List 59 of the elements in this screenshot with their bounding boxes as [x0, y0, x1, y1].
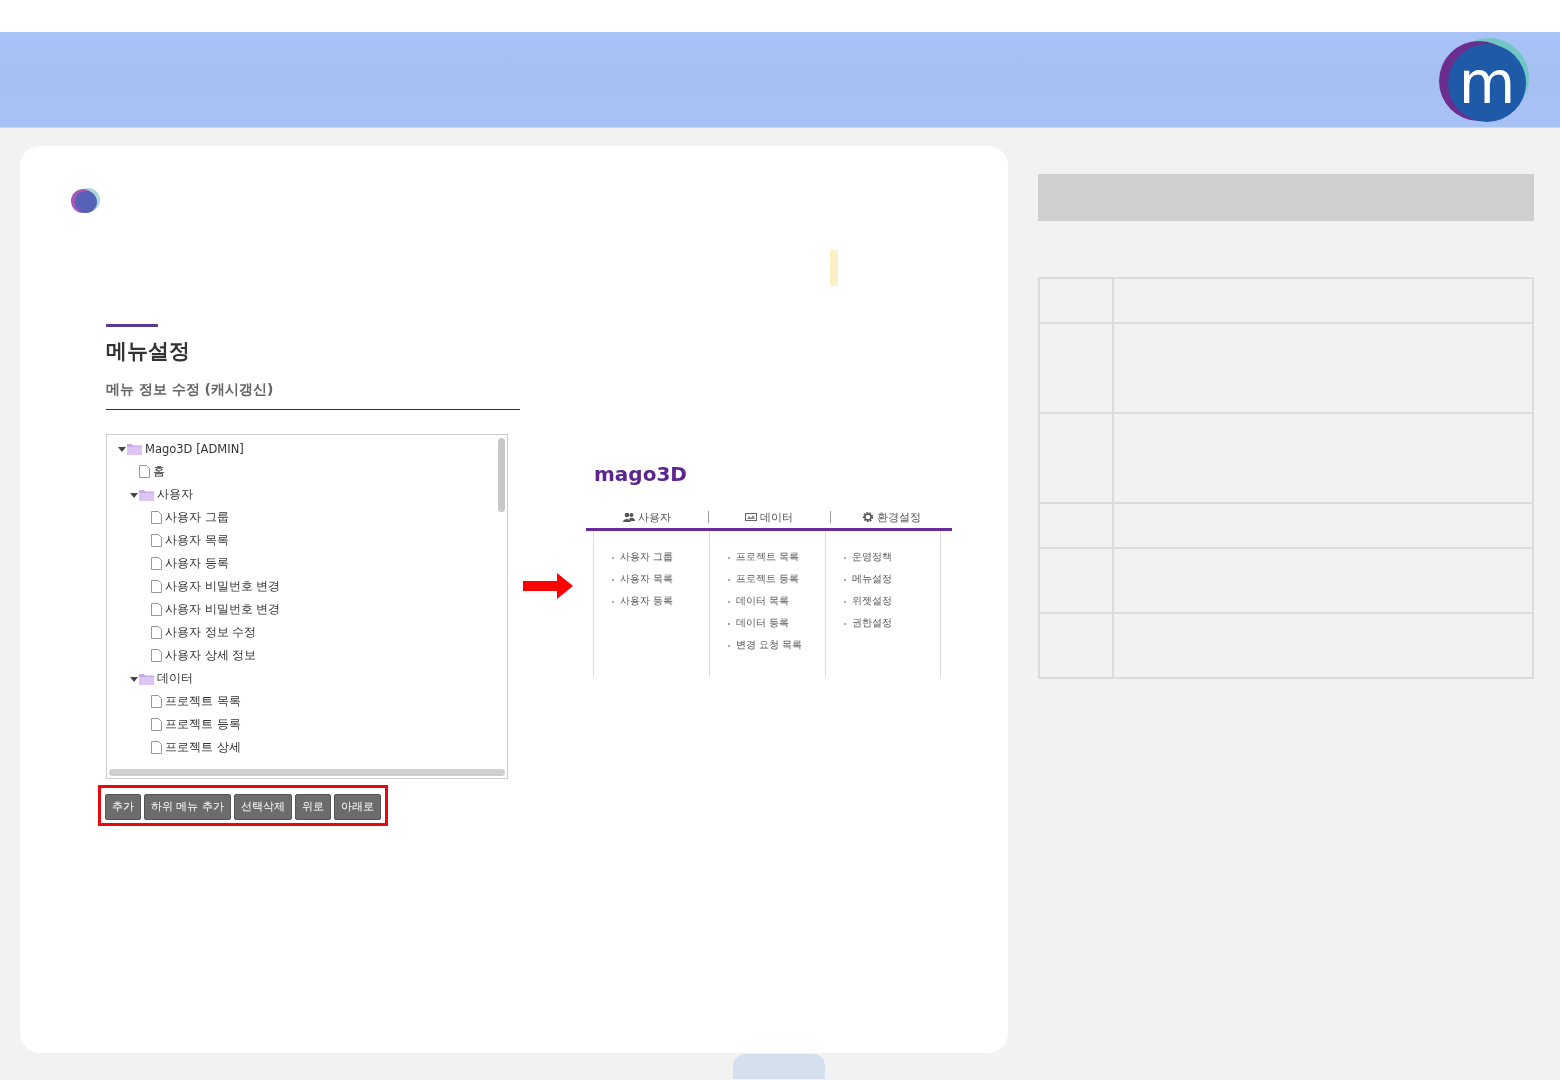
menu-tab[interactable]: 데이터: [708, 506, 830, 528]
tree-item[interactable]: 사용자 정보 수정: [165, 625, 257, 640]
highlight-mark: [830, 250, 838, 286]
arrow-icon: [523, 573, 573, 599]
circle-logo-icon: [71, 186, 101, 216]
tree-item[interactable]: 사용자 비밀번호 변경: [165, 602, 281, 617]
users-icon: [623, 512, 635, 522]
file-icon: [151, 580, 162, 593]
tree-item[interactable]: 사용자: [157, 487, 193, 502]
scrollbar-thumb[interactable]: [498, 438, 505, 512]
menu-link[interactable]: 데이터 목록: [728, 595, 790, 617]
tree-item[interactable]: 사용자 등록: [165, 556, 229, 571]
tree-item[interactable]: 프로젝트 등록: [165, 717, 241, 732]
file-icon: [151, 511, 162, 524]
file-icon: [151, 534, 162, 547]
image-icon: [745, 512, 757, 522]
action-button[interactable]: 위로: [294, 794, 331, 820]
menu-link[interactable]: 사용자 목록: [612, 573, 674, 595]
tree-item[interactable]: Mago3D [ADMIN]: [145, 441, 244, 456]
tree-item[interactable]: 프로젝트 목록: [165, 694, 241, 709]
menu-link[interactable]: 운영정책: [844, 551, 892, 573]
menu-link[interactable]: 사용자 그룹: [612, 551, 674, 573]
file-icon: [151, 626, 162, 639]
menu-link[interactable]: 데이터 등록: [728, 617, 790, 639]
folder-icon: [139, 488, 154, 501]
menu-link[interactable]: 프로젝트 목록: [728, 551, 800, 573]
file-icon: [151, 718, 162, 731]
scrollbar-thumb[interactable]: [109, 769, 505, 776]
tree-item[interactable]: 사용자 그룹: [165, 510, 229, 525]
file-icon: [151, 741, 162, 754]
gear-icon: [861, 511, 874, 523]
folder-icon: [127, 442, 142, 455]
preview-logo: mago3D: [594, 462, 687, 486]
tree-item[interactable]: 데이터: [157, 671, 193, 686]
action-button[interactable]: 선택삭제: [233, 794, 292, 820]
action-button[interactable]: 추가: [105, 794, 141, 820]
menu-link[interactable]: 권한설정: [844, 617, 892, 639]
file-icon: [151, 557, 162, 570]
page-title: 메뉴설정: [106, 338, 190, 365]
menu-tab[interactable]: 사용자: [586, 506, 708, 528]
action-button[interactable]: 하위 메뉴 추가: [144, 794, 231, 820]
menu-link[interactable]: 프로젝트 등록: [728, 573, 800, 595]
menu-link[interactable]: 위젯설정: [844, 595, 892, 617]
tree-item[interactable]: 홈: [153, 464, 165, 479]
menu-tab[interactable]: 환경설정: [830, 506, 952, 528]
menu-link[interactable]: 메뉴설정: [844, 573, 892, 595]
folder-icon: [139, 672, 154, 685]
file-icon: [151, 649, 162, 662]
tree-item[interactable]: 사용자 목록: [165, 533, 229, 548]
menu-link[interactable]: 사용자 등록: [612, 595, 674, 617]
tree-item[interactable]: 프로젝트 상세: [165, 740, 241, 755]
tree-item[interactable]: 사용자 상세 정보: [165, 648, 257, 663]
file-icon: [151, 695, 162, 708]
action-button[interactable]: 아래로: [333, 794, 381, 820]
menu-link[interactable]: 변경 요청 목록: [728, 639, 803, 661]
section-subtitle: 메뉴 정보 수정 (캐시갱신): [106, 381, 274, 399]
file-icon: [139, 465, 150, 478]
file-icon: [151, 603, 162, 616]
tree-item[interactable]: 사용자 비밀번호 변경: [165, 579, 281, 594]
